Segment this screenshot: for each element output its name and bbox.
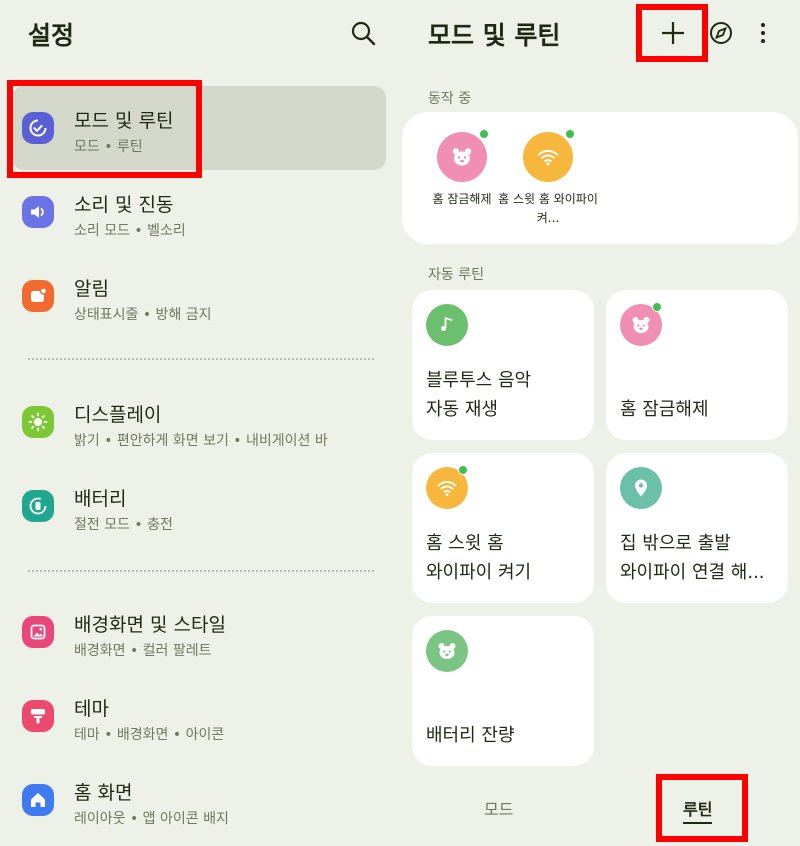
search-icon[interactable] <box>348 18 378 48</box>
active-section-label: 동작 중 <box>428 91 472 107</box>
routine-card-leave-home[interactable]: 집 밖으로 출발 와이파이 연결 해... <box>606 453 788 603</box>
wallpaper-icon <box>22 616 54 648</box>
routines-pane: 모드 및 루틴 동작 중 홈 잠금해제 홈 스윗 홈 와이파이 켜... 자동 … <box>400 0 800 846</box>
home-icon <box>22 784 54 816</box>
battery-icon <box>22 490 54 522</box>
settings-item-title: 소리 및 진동 <box>74 194 174 216</box>
settings-pane: 설정 모드 및 루틴 모드 • 루틴 소리 및 진동 소리 모드 • 벨소리 알… <box>0 0 400 846</box>
routine-card-battery-level[interactable]: 배터리 잔량 <box>412 616 594 766</box>
settings-title: 설정 <box>28 21 75 50</box>
routine-card-name: 홈 스윗 홈 와이파이 켜기 <box>426 533 532 583</box>
routine-card-name: 집 밖으로 출발 와이파이 연결 해... <box>620 533 765 583</box>
speaker-icon <box>22 196 54 228</box>
settings-item-subtitle: 밝기 • 편안하게 화면 보기 • 내비게이션 바 <box>74 433 328 449</box>
bear-face-icon <box>426 630 468 672</box>
settings-item-title: 홈 화면 <box>74 782 133 804</box>
auto-section-label: 자동 루틴 <box>428 267 484 283</box>
settings-item-subtitle: 배경화면 • 컬러 팔레트 <box>74 643 212 659</box>
settings-item-subtitle: 상태표시줄 • 방해 금지 <box>74 307 212 323</box>
settings-item-subtitle: 레이아웃 • 앱 아이콘 배지 <box>74 811 229 827</box>
settings-item-subtitle: 테마 • 배경화면 • 아이콘 <box>74 727 225 743</box>
settings-item-title: 테마 <box>74 698 109 720</box>
routine-card-bluetooth-music[interactable]: 블루투스 음악 자동 재생 <box>412 290 594 440</box>
active-indicator-dot <box>565 129 575 139</box>
notification-icon <box>22 280 54 312</box>
bear-face-icon <box>437 132 487 182</box>
active-indicator-dot <box>458 465 468 475</box>
settings-item-title: 디스플레이 <box>74 404 162 426</box>
settings-item-display[interactable]: 디스플레이 밝기 • 편안하게 화면 보기 • 내비게이션 바 <box>12 380 386 464</box>
active-routines-card: 홈 잠금해제 홈 스윗 홈 와이파이 켜... <box>402 112 798 244</box>
brightness-icon <box>22 406 54 438</box>
tab-mode[interactable]: 모드 <box>484 796 513 820</box>
routine-card-name: 홈 잠금해제 <box>620 399 709 420</box>
settings-item-themes[interactable]: 테마 테마 • 배경화면 • 아이콘 <box>12 674 386 758</box>
section-divider <box>28 570 374 572</box>
music-note-icon <box>426 304 468 346</box>
highlight-box-routine-tab <box>656 774 748 842</box>
compass-icon[interactable] <box>704 16 738 50</box>
settings-item-notifications[interactable]: 알림 상태표시줄 • 방해 금지 <box>12 254 386 338</box>
active-routine-name: 홈 잠금해제 <box>432 192 492 206</box>
settings-item-title: 알림 <box>74 278 109 300</box>
more-vertical-icon[interactable] <box>746 16 780 50</box>
highlight-box-modes-routines <box>7 80 202 178</box>
section-divider <box>28 358 374 360</box>
active-indicator-dot <box>479 129 489 139</box>
settings-item-home-screen[interactable]: 홈 화면 레이아웃 • 앱 아이콘 배지 <box>12 758 386 842</box>
active-routine-name: 홈 스윗 홈 와이파이 켜... <box>498 192 598 225</box>
location-pin-icon <box>620 467 662 509</box>
routines-title: 모드 및 루틴 <box>428 21 561 50</box>
routine-card-home-unlock[interactable]: 홈 잠금해제 <box>606 290 788 440</box>
settings-item-sound[interactable]: 소리 및 진동 소리 모드 • 벨소리 <box>12 170 386 254</box>
routine-card-home-wifi[interactable]: 홈 스윗 홈 와이파이 켜기 <box>412 453 594 603</box>
settings-item-subtitle: 소리 모드 • 벨소리 <box>74 223 186 239</box>
settings-item-title: 배터리 <box>74 488 127 510</box>
theme-brush-icon <box>22 700 54 732</box>
settings-item-battery[interactable]: 배터리 절전 모드 • 충전 <box>12 464 386 548</box>
active-indicator-dot <box>652 302 662 312</box>
routine-card-name: 블루투스 음악 자동 재생 <box>426 370 532 420</box>
settings-item-title: 배경화면 및 스타일 <box>74 614 226 636</box>
highlight-box-add-button <box>636 4 708 62</box>
settings-item-subtitle: 절전 모드 • 충전 <box>74 517 173 533</box>
wifi-icon <box>523 132 573 182</box>
routine-card-name: 배터리 잔량 <box>426 725 515 746</box>
settings-item-wallpaper[interactable]: 배경화면 및 스타일 배경화면 • 컬러 팔레트 <box>12 590 386 674</box>
